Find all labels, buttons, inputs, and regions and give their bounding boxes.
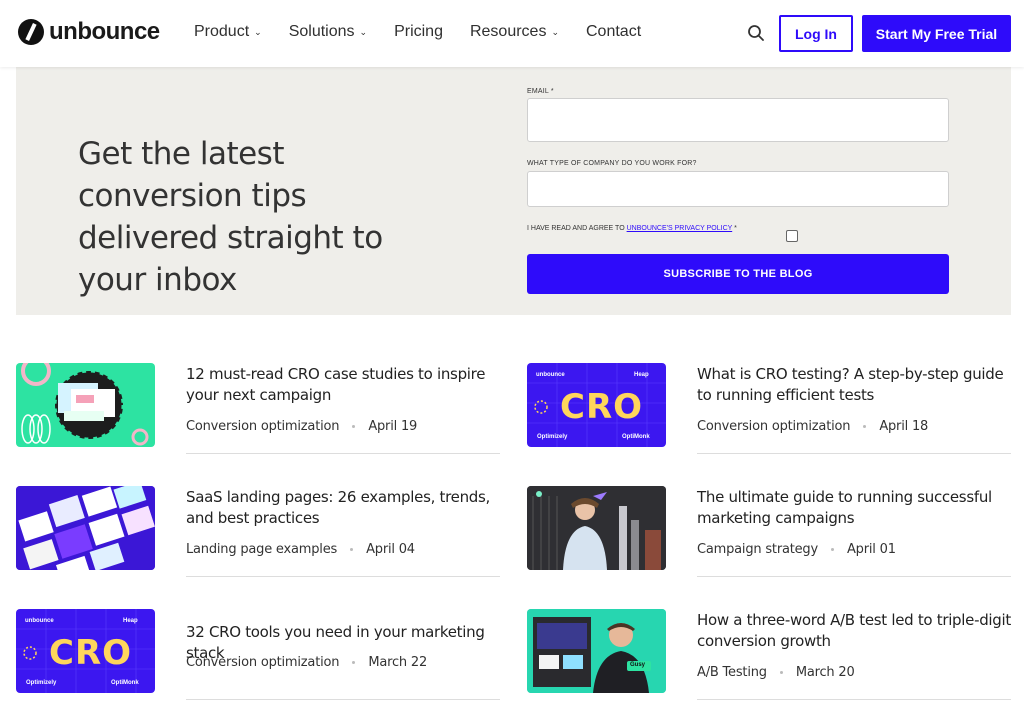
separator-dot <box>352 661 356 664</box>
optimizely-logo-text: Optimizely <box>537 434 568 440</box>
article-divider <box>697 576 1011 577</box>
menu-item-product[interactable]: Product ⌄ <box>194 23 262 41</box>
article-divider <box>186 453 500 454</box>
article-date: April 19 <box>368 419 418 434</box>
article-card[interactable]: Gusy How a three-word A/B test led to tr… <box>527 609 1012 709</box>
article-card[interactable]: 12 must-read CRO case studies to inspire… <box>16 363 501 463</box>
article-divider <box>697 699 1011 700</box>
main-menu: Product ⌄ Solutions ⌄ Pricing Resources ⌄ C… <box>194 23 668 41</box>
article-category[interactable]: Conversion optimization <box>186 419 340 434</box>
article-card[interactable]: The ultimate guide to running successful… <box>527 486 1012 586</box>
article-date: April 04 <box>366 542 415 557</box>
privacy-consent-text: I HAVE READ AND AGREE TO UNBOUNCE'S PRIV… <box>527 225 737 232</box>
article-meta: Landing page examples April 04 <box>186 542 415 557</box>
article-category[interactable]: A/B Testing <box>697 665 767 680</box>
case-studies-illustration <box>21 363 149 446</box>
chevron-down-icon: ⌄ <box>254 26 262 37</box>
subscribe-headline: Get the latest conversion tips delivered… <box>78 136 383 298</box>
unbounce-logo-text: unbounce <box>536 372 565 378</box>
optimonk-logo-text: OptiMonk <box>111 680 139 686</box>
company-type-label: WHAT TYPE OF COMPANY DO YOU WORK FOR? <box>527 160 697 167</box>
heap-logo-text: Heap <box>634 372 649 378</box>
email-field[interactable] <box>527 98 949 142</box>
article-card[interactable]: unbounce Heap CRO Optimizely OptiMonk 32… <box>16 609 501 709</box>
privacy-prefix: I HAVE READ AND AGREE TO <box>527 225 627 232</box>
article-title[interactable]: SaaS landing pages: 26 examples, trends,… <box>186 487 500 529</box>
article-card[interactable]: SaaS landing pages: 26 examples, trends,… <box>16 486 501 586</box>
article-title[interactable]: How a three-word A/B test led to triple-… <box>697 610 1011 652</box>
unbounce-logo[interactable]: unbounce <box>18 18 160 46</box>
article-divider <box>186 576 500 577</box>
cro-heading: CRO <box>560 387 644 427</box>
optimonk-logo-text: OptiMonk <box>622 434 650 440</box>
menu-label: Solutions <box>288 23 355 40</box>
article-thumbnail <box>16 486 155 570</box>
cro-heading: CRO <box>49 633 133 673</box>
menu-label: Product <box>194 23 250 40</box>
privacy-suffix: * <box>732 225 737 232</box>
chevron-down-icon: ⌄ <box>551 26 559 37</box>
menu-label: Resources <box>469 23 547 40</box>
ab-test-illustration <box>527 609 666 693</box>
separator-dot <box>830 548 834 551</box>
separator-dot <box>779 671 783 674</box>
article-thumbnail <box>16 363 155 447</box>
separator-dot <box>863 425 867 428</box>
top-navigation: unbounce Product ⌄ Solutions ⌄ Pricing Res… <box>0 0 1024 67</box>
article-thumbnail: Gusy <box>527 609 666 693</box>
article-title[interactable]: 12 must-read CRO case studies to inspire… <box>186 364 500 406</box>
article-category[interactable]: Conversion optimization <box>186 655 340 670</box>
article-thumbnail: unbounce Heap CRO Optimizely OptiMonk <box>16 609 155 693</box>
article-meta: Campaign strategy April 01 <box>697 542 896 557</box>
gusy-label: Gusy <box>630 662 646 668</box>
unbounce-logo-text: unbounce <box>25 618 54 624</box>
marketing-campaigns-illustration <box>527 486 666 570</box>
email-label: EMAIL * <box>527 88 554 95</box>
menu-item-resources[interactable]: Resources ⌄ <box>470 23 559 41</box>
privacy-policy-link[interactable]: UNBOUNCE'S PRIVACY POLICY <box>627 225 733 232</box>
start-free-trial-button[interactable]: Start My Free Trial <box>862 15 1011 52</box>
article-card[interactable]: unbounce Heap CRO Optimizely OptiMonk Wh… <box>527 363 1012 463</box>
menu-item-contact[interactable]: Contact <box>586 23 641 41</box>
privacy-consent-checkbox[interactable] <box>786 230 798 242</box>
menu-label: Pricing <box>394 23 443 40</box>
article-category[interactable]: Campaign strategy <box>697 542 818 557</box>
logo-text: unbounce <box>49 18 160 45</box>
article-meta: Conversion optimization April 19 <box>186 419 417 434</box>
article-title[interactable]: What is CRO testing? A step-by-step guid… <box>697 364 1011 406</box>
search-icon[interactable] <box>747 24 765 42</box>
article-divider <box>697 453 1011 454</box>
logo-mark-icon <box>18 19 44 45</box>
landing-pages-collage-illustration <box>16 486 155 570</box>
heap-logo-text: Heap <box>123 618 138 624</box>
article-meta: Conversion optimization April 18 <box>697 419 928 434</box>
article-date: March 22 <box>368 655 428 670</box>
separator-dot <box>350 548 354 551</box>
article-thumbnail: unbounce Heap CRO Optimizely OptiMonk <box>527 363 666 447</box>
login-button[interactable]: Log In <box>779 15 853 52</box>
menu-item-pricing[interactable]: Pricing <box>394 23 443 41</box>
separator-dot <box>352 425 356 428</box>
article-meta: A/B Testing March 20 <box>697 665 855 680</box>
article-category[interactable]: Landing page examples <box>186 542 337 557</box>
article-divider <box>186 699 500 700</box>
chevron-down-icon: ⌄ <box>359 26 368 37</box>
article-category[interactable]: Conversion optimization <box>697 419 851 434</box>
article-date: March 20 <box>795 665 855 680</box>
menu-label: Contact <box>586 23 642 40</box>
subscribe-button[interactable]: SUBSCRIBE TO THE BLOG <box>527 254 949 294</box>
company-type-field[interactable] <box>527 171 949 207</box>
article-meta: Conversion optimization March 22 <box>186 655 427 670</box>
optimizely-logo-text: Optimizely <box>26 680 57 686</box>
menu-item-solutions[interactable]: Solutions ⌄ <box>289 23 367 41</box>
article-date: April 18 <box>879 419 929 434</box>
article-date: April 01 <box>846 542 896 557</box>
article-thumbnail <box>527 486 666 570</box>
article-title[interactable]: The ultimate guide to running successful… <box>697 487 1011 529</box>
newsletter-subscribe-panel: Get the latest conversion tips delivered… <box>16 67 1011 315</box>
